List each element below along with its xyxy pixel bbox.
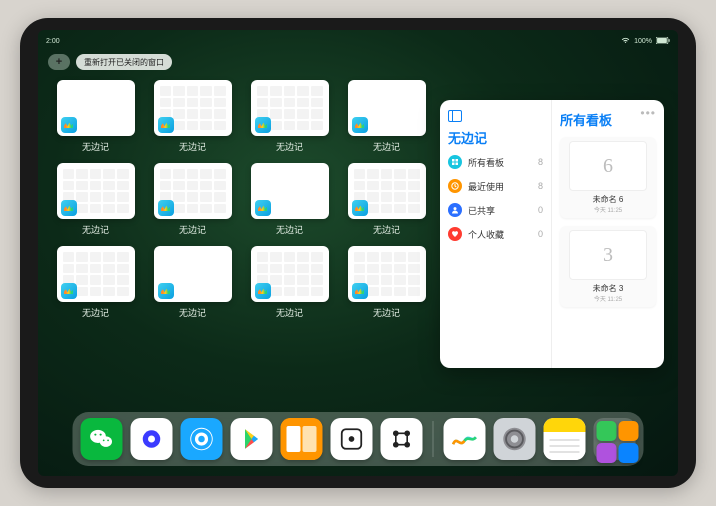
status-bar: 2:00 100% <box>46 34 670 48</box>
window-thumb[interactable]: 无边记 <box>250 163 329 236</box>
dock <box>73 412 644 466</box>
window-thumb-label: 无边记 <box>179 140 206 153</box>
battery-icon <box>656 37 670 46</box>
window-thumb[interactable]: 无边记 <box>347 246 426 319</box>
freeform-content: 所有看板 6 未命名 6 今天 11:253 未命名 3 今天 11:25 <box>552 100 664 368</box>
grid-icon <box>448 155 462 169</box>
freeform-app-icon <box>158 283 174 299</box>
board-name: 未命名 6 <box>593 194 624 205</box>
sidebar-item-count: 0 <box>538 229 543 239</box>
board-item[interactable]: 6 未命名 6 今天 11:25 <box>560 137 656 218</box>
window-thumb-label: 无边记 <box>373 223 400 236</box>
grid-app-icon[interactable] <box>381 418 423 460</box>
window-thumb-label: 无边记 <box>82 140 109 153</box>
app-switcher-grid: 无边记无边记无边记无边记无边记无边记无边记无边记无边记无边记无边记无边记 <box>56 80 426 319</box>
freeform-app-icon <box>61 200 77 216</box>
notes-icon[interactable] <box>544 418 586 460</box>
more-icon[interactable]: ••• <box>640 106 656 120</box>
board-canvas: 6 <box>569 141 647 191</box>
sidebar-toggle-icon[interactable] <box>448 110 462 122</box>
books-icon[interactable] <box>281 418 323 460</box>
screen: 2:00 100% + 重新打开已关闭的窗口 无边记无边记无边记无边记无边记无边… <box>38 30 678 476</box>
window-thumb[interactable]: 无边记 <box>56 246 135 319</box>
sidebar-item-count: 8 <box>538 157 543 167</box>
board-time: 今天 11:25 <box>594 294 622 303</box>
settings-icon[interactable] <box>494 418 536 460</box>
sidebar-item-label: 所有看板 <box>468 156 504 169</box>
freeform-app-icon <box>158 117 174 133</box>
status-right: 100% <box>621 37 670 46</box>
dice-icon[interactable] <box>331 418 373 460</box>
window-thumb[interactable]: 无边记 <box>56 163 135 236</box>
window-thumb-label: 无边记 <box>373 306 400 319</box>
window-thumb-label: 无边记 <box>276 140 303 153</box>
play-icon[interactable] <box>231 418 273 460</box>
sidebar-item-count: 0 <box>538 205 543 215</box>
add-window-button[interactable]: + <box>48 54 70 70</box>
sidebar-item[interactable]: 已共享 0 <box>448 203 543 217</box>
board-canvas: 3 <box>569 230 647 280</box>
window-thumb[interactable]: 无边记 <box>153 80 232 153</box>
window-thumb-label: 无边记 <box>179 223 206 236</box>
freeform-app-icon <box>255 200 271 216</box>
qqbrowser-icon[interactable] <box>181 418 223 460</box>
wechat-icon[interactable] <box>81 418 123 460</box>
app-library-icon[interactable] <box>594 418 636 460</box>
person-icon <box>448 203 462 217</box>
window-thumb-label: 无边记 <box>276 306 303 319</box>
freeform-app-window[interactable]: ••• 无边记 所有看板 8 最近使用 8 已共享 0 个人收藏 0 所有看板 … <box>440 100 664 368</box>
freeform-title: 无边记 <box>448 128 543 147</box>
window-thumb-label: 无边记 <box>373 140 400 153</box>
sidebar-item[interactable]: 个人收藏 0 <box>448 227 543 241</box>
battery-text: 100% <box>634 38 652 45</box>
window-thumb-label: 无边记 <box>179 306 206 319</box>
window-thumb-label: 无边记 <box>276 223 303 236</box>
wifi-icon <box>621 37 630 46</box>
sidebar-item[interactable]: 所有看板 8 <box>448 155 543 169</box>
freeform-icon[interactable] <box>444 418 486 460</box>
status-time: 2:00 <box>46 38 60 45</box>
window-thumb[interactable]: 无边记 <box>250 80 329 153</box>
sidebar-item-label: 个人收藏 <box>468 228 504 241</box>
freeform-app-icon <box>158 200 174 216</box>
freeform-sidebar: 无边记 所有看板 8 最近使用 8 已共享 0 个人收藏 0 <box>440 100 552 368</box>
board-item[interactable]: 3 未命名 3 今天 11:25 <box>560 226 656 307</box>
window-thumb[interactable]: 无边记 <box>347 163 426 236</box>
ipad-frame: 2:00 100% + 重新打开已关闭的窗口 无边记无边记无边记无边记无边记无边… <box>20 18 696 488</box>
sidebar-item-count: 8 <box>538 181 543 191</box>
quark-icon[interactable] <box>131 418 173 460</box>
freeform-app-icon <box>352 200 368 216</box>
window-thumb-label: 无边记 <box>82 223 109 236</box>
clock-icon <box>448 179 462 193</box>
freeform-app-icon <box>352 117 368 133</box>
window-thumb[interactable]: 无边记 <box>153 246 232 319</box>
window-thumb[interactable]: 无边记 <box>250 246 329 319</box>
window-thumb-label: 无边记 <box>82 306 109 319</box>
sidebar-item-label: 最近使用 <box>468 180 504 193</box>
freeform-app-icon <box>352 283 368 299</box>
reopen-closed-window-button[interactable]: 重新打开已关闭的窗口 <box>76 54 172 70</box>
window-thumb[interactable]: 无边记 <box>347 80 426 153</box>
reopen-label: 重新打开已关闭的窗口 <box>84 57 164 68</box>
window-thumb[interactable]: 无边记 <box>153 163 232 236</box>
dock-separator <box>433 421 434 457</box>
freeform-app-icon <box>255 283 271 299</box>
freeform-app-icon <box>61 283 77 299</box>
heart-icon <box>448 227 462 241</box>
sidebar-item-label: 已共享 <box>468 204 495 217</box>
window-thumb[interactable]: 无边记 <box>56 80 135 153</box>
sidebar-item[interactable]: 最近使用 8 <box>448 179 543 193</box>
freeform-app-icon <box>61 117 77 133</box>
board-time: 今天 11:25 <box>594 205 622 214</box>
board-name: 未命名 3 <box>593 283 624 294</box>
freeform-app-icon <box>255 117 271 133</box>
plus-icon: + <box>56 56 62 68</box>
